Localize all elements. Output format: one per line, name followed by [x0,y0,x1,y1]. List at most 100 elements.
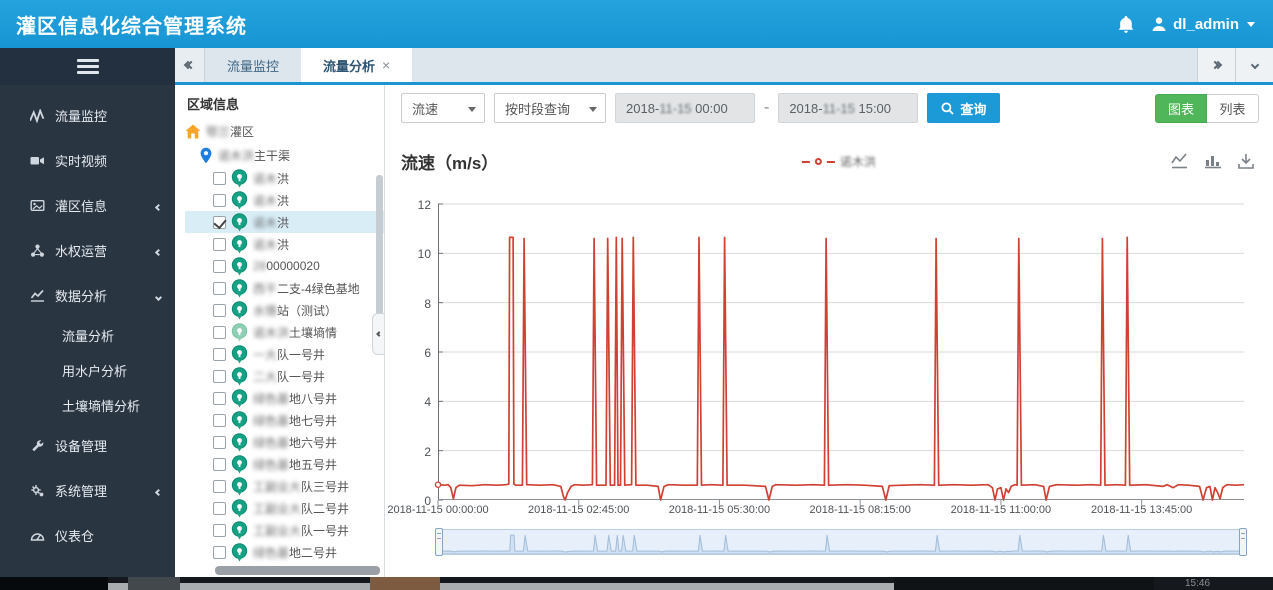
line-chart-icon[interactable] [1171,153,1189,170]
tree-leaf-node[interactable]: 绿色基地八号井 [185,387,384,409]
tabs-menu-button[interactable] [1235,48,1273,82]
query-type-select[interactable]: 按时段查询 [494,93,606,123]
tab-close-icon[interactable]: × [382,57,390,73]
tree-leaf-node[interactable]: 工副业大队三号井 [185,475,384,497]
sidebar-item-label: 流量监控 [55,109,108,124]
date-from-input[interactable]: 2018- 11-15 00:00 [615,93,755,123]
location-pin-icon [199,147,213,164]
tree-checkbox[interactable] [213,237,226,251]
search-button[interactable]: 查询 [927,93,1001,123]
tree-node-label: 水情站（测试） [253,303,338,318]
sidebar-item-6[interactable]: 系统管理 [0,468,175,513]
sidebar-item-0[interactable]: 流量监控 [0,93,175,138]
chevron-left-icon [154,198,163,213]
tree-checkbox[interactable] [213,215,226,229]
tree-checkbox[interactable] [213,435,226,449]
tree-branch-node[interactable]: 诺木洪主干渠 [185,143,384,167]
sidebar-item-1[interactable]: 实时视频 [0,138,175,183]
tree-checkbox[interactable] [213,479,226,493]
station-pin-icon [231,410,248,430]
sidebar-subitem-土壤墒情分析[interactable]: 土壤墒情分析 [0,388,175,423]
chevron-left-icon [154,243,163,258]
tree-checkbox[interactable] [213,501,226,515]
video-icon [30,154,45,168]
tree-leaf-node[interactable]: 一大队一号井 [185,343,384,365]
sidebar-item-label: 仪表仓 [55,529,95,544]
station-pin-icon [231,234,248,254]
station-pin-icon [231,366,248,386]
notification-bell-icon[interactable] [1117,15,1135,34]
panel-collapse-handle[interactable] [372,313,384,355]
tab-flow-analysis[interactable]: 流量分析 × [301,48,413,82]
tree-leaf-node[interactable]: 诺木洪 [185,233,384,255]
legend-label: 诺木洪 [839,155,876,169]
tree-node-label: 诺木洪 [253,237,290,252]
tree-checkbox[interactable] [213,171,226,185]
tree-horizontal-scrollbar[interactable] [215,566,380,575]
chart-view-button[interactable]: 图表 [1155,93,1207,123]
tree-leaf-node[interactable]: 工副业大队二号井 [185,497,384,519]
datazoom-right-handle[interactable] [1239,528,1247,556]
tree-leaf-node[interactable]: 2800000020 [185,255,384,277]
tree-checkbox[interactable] [213,413,226,427]
tree-leaf-node[interactable]: 诺木洪 [185,167,384,189]
main-content: 流速 按时段查询 2018- 11-15 00:00 - 2018- 11-15 1… [385,85,1273,577]
tree-checkbox[interactable] [213,281,226,295]
tabs-scroll-right-button[interactable] [1197,48,1235,82]
search-icon [941,102,954,115]
tree-checkbox[interactable] [213,457,226,471]
tree-root-node[interactable]: 鄂兰灌区 [185,119,384,143]
tree-leaf-node[interactable]: 诺木洪 [185,211,384,233]
tree-leaf-node[interactable]: 绿色基地七号井 [185,409,384,431]
tree-checkbox[interactable] [213,325,226,339]
tree-checkbox[interactable] [213,391,226,405]
station-pin-icon [231,344,248,364]
tree-node-label: 诺木洪 [253,171,290,186]
sidebar-toggle-button[interactable] [0,48,175,85]
tree-leaf-node[interactable]: 水情站（测试） [185,299,384,321]
list-view-button[interactable]: 列表 [1207,93,1259,123]
user-menu[interactable]: dl_admin [1151,16,1255,33]
date-to-input[interactable]: 2018- 11-15 15:00 [778,93,919,123]
datazoom-left-handle[interactable] [435,528,443,556]
tree-leaf-node[interactable]: 工副业大队一号井 [185,519,384,541]
tree-checkbox[interactable] [213,369,226,383]
legend-item[interactable]: 诺木洪 [801,153,876,170]
tree-leaf-node[interactable]: 诺木洪 [185,189,384,211]
tabs-scroll-left-button[interactable] [175,48,205,82]
region-tree-panel: 区域信息 鄂兰灌区 诺木洪主干渠 诺木洪 诺木洪 诺木洪 诺木洪 2800000020 西干二… [175,85,385,577]
station-pin-icon [231,256,248,276]
datazoom-slider[interactable] [435,528,1247,556]
tree-leaf-node[interactable]: 诺木洪土壤墒情 [185,321,384,343]
station-pin-icon [231,300,248,320]
tree-node-label: 诺木洪土壤墒情 [253,325,338,340]
sidebar-item-3[interactable]: 水权运营 [0,228,175,273]
metric-select[interactable]: 流速 [401,93,485,123]
y-axis-label: 2 [424,444,431,459]
sidebar-subitem-流量分析[interactable]: 流量分析 [0,318,175,353]
user-icon [1152,17,1166,31]
tree-node-label: 绿色基地七号井 [253,413,338,428]
chart-toolbox [1171,153,1255,170]
tree-checkbox[interactable] [213,259,226,273]
tree-leaf-node[interactable]: 二大队一号井 [185,365,384,387]
sidebar-subitem-用水户分析[interactable]: 用水户分析 [0,353,175,388]
tree-checkbox[interactable] [213,347,226,361]
sidebar-item-5[interactable]: 设备管理 [0,423,175,468]
tree-checkbox[interactable] [213,193,226,207]
bar-chart-icon[interactable] [1204,153,1222,170]
tree-node-label: 诺木洪主干渠 [218,148,291,163]
chart-title: 流速（m/s） [401,154,499,173]
tree-leaf-node[interactable]: 绿色基地五号井 [185,453,384,475]
tab-flow-monitor[interactable]: 流量监控 [205,48,301,82]
tree-checkbox[interactable] [213,303,226,317]
sidebar-item-2[interactable]: 灌区信息 [0,183,175,228]
tree-checkbox[interactable] [213,545,226,559]
sidebar-item-7[interactable]: 仪表仓 [0,513,175,558]
tree-checkbox[interactable] [213,523,226,537]
tree-leaf-node[interactable]: 绿色基地六号井 [185,431,384,453]
tree-leaf-node[interactable]: 绿色基地二号井 [185,541,384,563]
sidebar-item-4[interactable]: 数据分析 [0,273,175,318]
download-icon[interactable] [1237,153,1255,170]
tree-leaf-node[interactable]: 西干二支-4绿色基地 [185,277,384,299]
